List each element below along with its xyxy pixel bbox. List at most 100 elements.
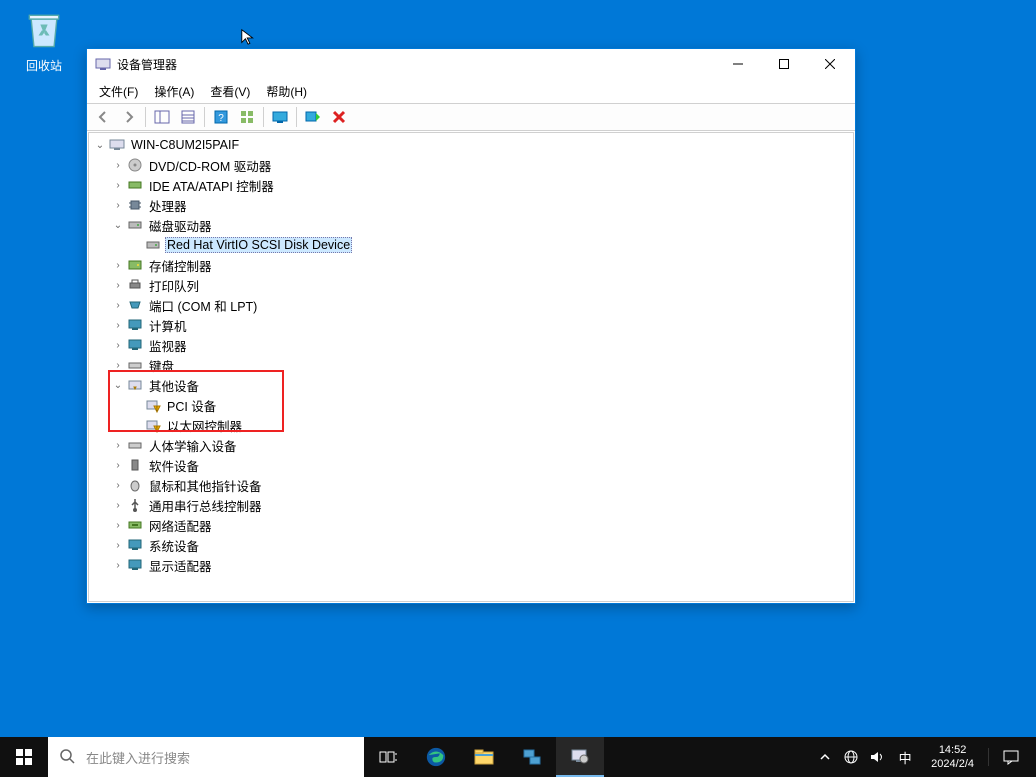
minimize-button[interactable] [715, 49, 761, 79]
computer-icon [109, 137, 125, 153]
system-tray: 中 14:52 2024/2/4 [811, 737, 1036, 777]
tree-printq[interactable]: › 打印队列 [89, 275, 853, 295]
task-view-button[interactable] [364, 737, 412, 777]
tree-monitor[interactable]: › 监视器 [89, 335, 853, 355]
ide-icon [127, 177, 143, 193]
expand-arrow[interactable]: › [111, 480, 125, 491]
menu-action[interactable]: 操作(A) [146, 80, 202, 103]
tree-disk-virtio[interactable]: · Red Hat VirtIO SCSI Disk Device [89, 235, 853, 255]
expand-arrow[interactable]: › [111, 540, 125, 551]
help-button[interactable]: ? [209, 105, 233, 129]
titlebar[interactable]: 设备管理器 [87, 49, 855, 79]
expand-arrow[interactable]: › [111, 300, 125, 311]
tree-content: ⌄ WIN-C8UM2I5PAIF › DVD/CD-ROM 驱动器 › IDE… [88, 132, 854, 602]
maximize-button[interactable] [761, 49, 807, 79]
tree-ide[interactable]: › IDE ATA/ATAPI 控制器 [89, 175, 853, 195]
system-icon [127, 537, 143, 553]
taskbar-device-manager[interactable] [556, 737, 604, 777]
tray-volume-icon[interactable] [867, 749, 887, 765]
tree-ports[interactable]: › 端口 (COM 和 LPT) [89, 295, 853, 315]
svg-text:?: ? [218, 113, 224, 124]
search-box[interactable]: 在此键入进行搜索 [48, 737, 364, 777]
search-placeholder: 在此键入进行搜索 [86, 748, 190, 767]
keyboard-icon [127, 357, 143, 373]
close-button[interactable] [807, 49, 853, 79]
tree-disk[interactable]: ⌄ 磁盘驱动器 [89, 215, 853, 235]
storage-icon [127, 257, 143, 273]
other-device-icon [127, 377, 143, 393]
tree-other-ethernet[interactable]: · ! 以太网控制器 [89, 415, 853, 435]
expand-arrow[interactable]: › [111, 460, 125, 471]
menu-view[interactable]: 查看(V) [202, 80, 258, 103]
recycle-bin-label: 回收站 [14, 57, 74, 74]
desktop-recycle-bin[interactable]: 回收站 [14, 8, 74, 74]
tray-time: 14:52 [931, 743, 974, 757]
expand-arrow[interactable]: › [111, 340, 125, 351]
taskbar-explorer[interactable] [460, 737, 508, 777]
app-icon [95, 56, 111, 72]
tray-clock[interactable]: 14:52 2024/2/4 [923, 743, 982, 772]
disk-icon [127, 217, 143, 233]
tree-software[interactable]: › 软件设备 [89, 455, 853, 475]
tree-network[interactable]: › 网络适配器 [89, 515, 853, 535]
expand-arrow[interactable]: › [111, 500, 125, 511]
toolbar-separator [204, 107, 205, 127]
tree-keyboard[interactable]: › 键盘 [89, 355, 853, 375]
tree-usb[interactable]: › 通用串行总线控制器 [89, 495, 853, 515]
expand-arrow[interactable]: › [111, 360, 125, 371]
tree-computer[interactable]: › 计算机 [89, 315, 853, 335]
taskbar-network[interactable] [508, 737, 556, 777]
menu-help[interactable]: 帮助(H) [258, 80, 315, 103]
expand-arrow[interactable]: › [111, 200, 125, 211]
tree-hid[interactable]: › 人体学输入设备 [89, 435, 853, 455]
expand-arrow[interactable]: › [111, 180, 125, 191]
expand-arrow[interactable]: › [111, 320, 125, 331]
expand-arrow[interactable]: › [111, 280, 125, 291]
monitor-button[interactable] [268, 105, 292, 129]
menu-file[interactable]: 文件(F) [91, 80, 146, 103]
expand-arrow[interactable]: ⌄ [111, 380, 125, 391]
tree-other[interactable]: ⌄ 其他设备 [89, 375, 853, 395]
start-button[interactable] [0, 737, 48, 777]
expand-arrow[interactable]: › [111, 260, 125, 271]
nav-forward-button[interactable] [117, 105, 141, 129]
disk-icon [145, 237, 161, 253]
tree-mouse[interactable]: › 鼠标和其他指针设备 [89, 475, 853, 495]
tree-storage[interactable]: › 存储控制器 [89, 255, 853, 275]
tree-cpu[interactable]: › 处理器 [89, 195, 853, 215]
search-icon [60, 749, 76, 765]
toolbar-separator [263, 107, 264, 127]
tray-ime[interactable]: 中 [893, 748, 917, 767]
expand-arrow[interactable]: › [111, 440, 125, 451]
nav-back-button[interactable] [91, 105, 115, 129]
tray-network-icon[interactable] [841, 749, 861, 765]
usb-icon [127, 497, 143, 513]
tree-display[interactable]: › 显示适配器 [89, 555, 853, 575]
grid-icon-button[interactable] [235, 105, 259, 129]
tree-root[interactable]: ⌄ WIN-C8UM2I5PAIF [89, 135, 853, 155]
mouse-icon [127, 477, 143, 493]
menubar: 文件(F) 操作(A) 查看(V) 帮助(H) [87, 79, 855, 103]
tree-system[interactable]: › 系统设备 [89, 535, 853, 555]
tree-other-pci[interactable]: · ! PCI 设备 [89, 395, 853, 415]
recycle-bin-icon [22, 8, 66, 52]
tree-dvd[interactable]: › DVD/CD-ROM 驱动器 [89, 155, 853, 175]
expand-arrow[interactable]: › [111, 160, 125, 171]
software-icon [127, 457, 143, 473]
tray-notifications[interactable] [988, 748, 1032, 766]
display-icon [127, 557, 143, 573]
scan-hardware-button[interactable] [301, 105, 325, 129]
expand-arrow[interactable]: ⌄ [93, 140, 107, 151]
expand-arrow[interactable]: ⌄ [111, 220, 125, 231]
dvd-icon [127, 157, 143, 173]
properties-button[interactable] [176, 105, 200, 129]
port-icon [127, 297, 143, 313]
uninstall-button[interactable] [327, 105, 351, 129]
tray-overflow[interactable] [815, 751, 835, 763]
taskbar-edge[interactable] [412, 737, 460, 777]
toolbar-separator [296, 107, 297, 127]
expand-arrow[interactable]: › [111, 520, 125, 531]
expand-arrow[interactable]: › [111, 560, 125, 571]
show-hide-tree-button[interactable] [150, 105, 174, 129]
hid-icon [127, 437, 143, 453]
